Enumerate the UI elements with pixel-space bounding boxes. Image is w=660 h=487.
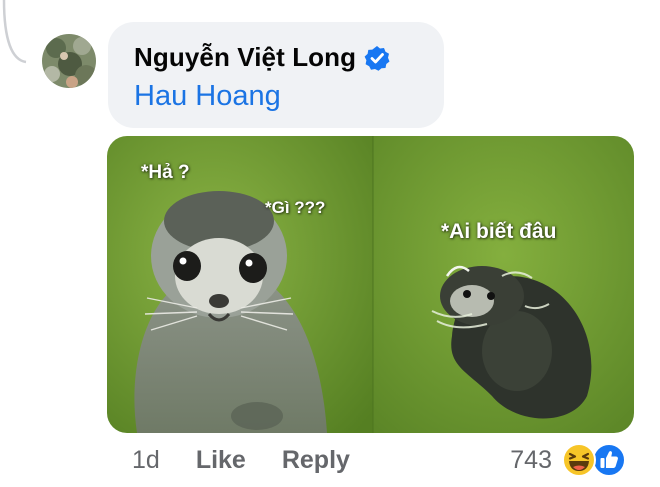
comment-bubble: Nguyễn Việt Long Hau Hoang [108,22,444,128]
reactions-summary[interactable]: 743 [510,441,634,479]
meme-image[interactable]: *Hả ? *Gì ??? *Ai biết đâu [107,136,634,433]
like-button[interactable]: Like [196,446,246,475]
mention-link[interactable]: Hau Hoang [134,80,281,113]
verified-badge-icon [364,45,390,71]
comment-view: Nguyễn Việt Long Hau Hoang *Hả ? *Gì ???… [0,0,660,487]
avatar[interactable] [42,34,96,88]
meme-caption-ai-biet-dau: *Ai biết đâu [441,220,557,243]
comment-timestamp[interactable]: 1d [132,446,160,475]
comment-actions: 1d Like Reply [132,446,386,475]
like-icon [592,443,626,477]
haha-icon [562,443,596,477]
reaction-count: 743 [510,445,552,474]
meme-caption-ha: *Hả ? [141,162,190,183]
reaction-icons [562,441,634,479]
author-name[interactable]: Nguyễn Việt Long [134,42,356,73]
author-row: Nguyễn Việt Long [134,42,390,73]
thread-connector [2,0,27,64]
meme-caption-gi: *Gì ??? [265,198,326,217]
reply-button[interactable]: Reply [282,446,350,475]
